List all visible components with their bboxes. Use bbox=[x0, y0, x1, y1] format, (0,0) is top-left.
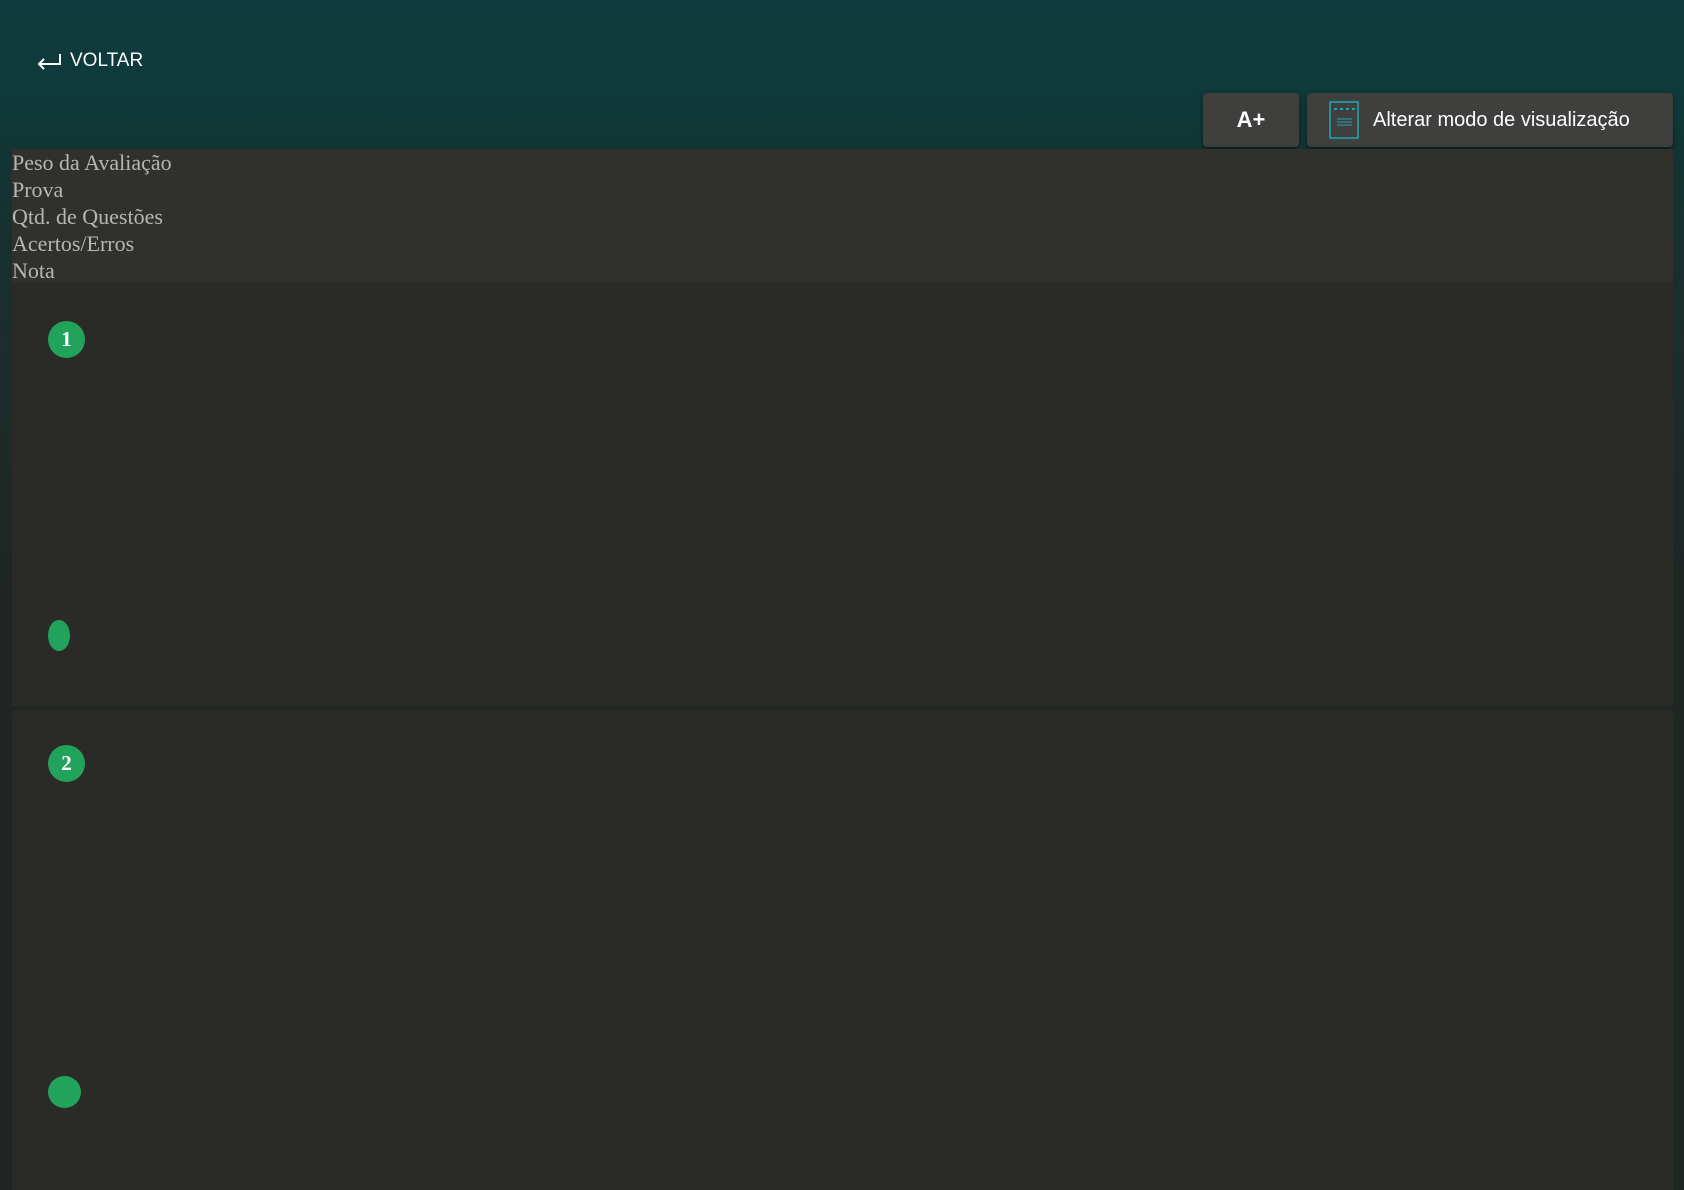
answer-indicator bbox=[48, 620, 70, 651]
view-mode-label: Alterar modo de visualização bbox=[1373, 108, 1630, 131]
page: VOLTAR A+ Alterar modo de visualização P… bbox=[0, 0, 1684, 1190]
increase-font-label: A+ bbox=[1236, 107, 1266, 132]
exam-summary: Peso da Avaliação Prova Qtd. de Questões… bbox=[12, 149, 1673, 283]
summary-row: Prova bbox=[12, 177, 64, 202]
question-number-badge: 1 bbox=[48, 321, 85, 358]
question-card: 2 bbox=[12, 710, 1673, 1190]
back-label: VOLTAR bbox=[70, 50, 144, 71]
question-card: 1 bbox=[12, 282, 1673, 706]
question-number-badge: 2 bbox=[48, 745, 85, 782]
answer-indicator bbox=[48, 1076, 81, 1108]
return-arrow-icon bbox=[37, 54, 61, 70]
summary-row: Qtd. de Questões bbox=[12, 204, 163, 229]
summary-row: Nota bbox=[12, 258, 55, 283]
back-button[interactable]: VOLTAR bbox=[34, 50, 143, 72]
document-icon bbox=[1329, 101, 1359, 139]
increase-font-button[interactable]: A+ bbox=[1203, 93, 1299, 147]
summary-row: Peso da Avaliação bbox=[12, 150, 172, 175]
view-mode-button[interactable]: Alterar modo de visualização bbox=[1307, 93, 1673, 147]
summary-row: Acertos/Erros bbox=[12, 231, 135, 256]
